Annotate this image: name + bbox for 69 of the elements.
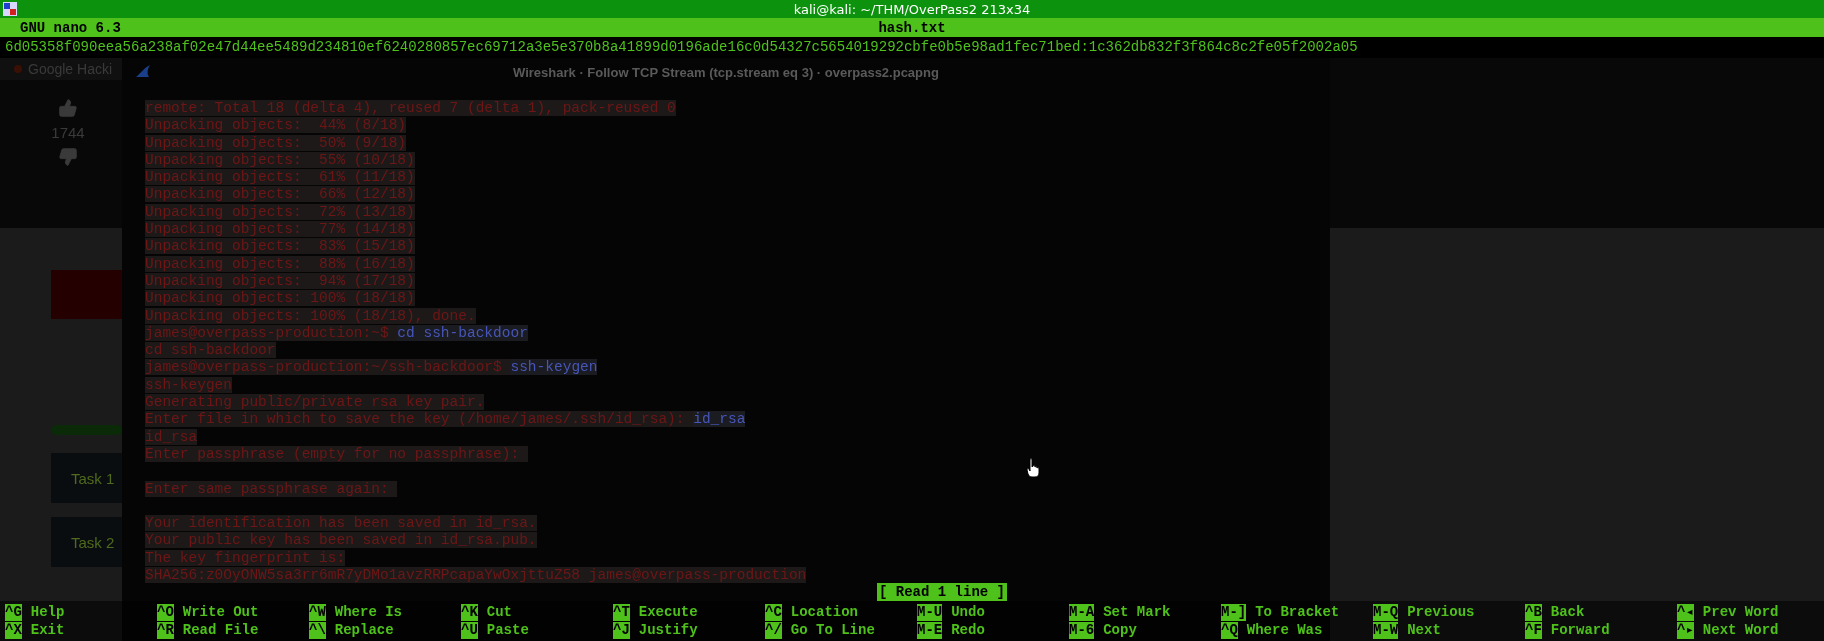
shortcut-label: Exit [30, 621, 65, 639]
shortcut-label: Write Out [182, 603, 259, 621]
stream-text: Your identification has been saved in id_rsa. [145, 515, 537, 532]
stream-text: ssh-keygen [145, 376, 232, 393]
stream-text: Enter file in which to save the key (/home/james/.ssh/id_rsa): [145, 411, 694, 428]
shortcut-label: Execute [638, 603, 698, 621]
editor-version: GNU nano 6.3 [20, 19, 122, 36]
status-message: [ Read 1 line ] [877, 583, 1007, 601]
shortcut-label: Go To Line [790, 621, 875, 639]
stream-text: Unpacking objects: 66% (12/18) [145, 186, 415, 203]
stream-text: The key fingerprint is: [145, 549, 346, 566]
stream-text: Unpacking objects: 61% (11/18) [145, 169, 415, 186]
shortcut-label: Next Word [1702, 621, 1779, 639]
stream-text: SHA256:z0OyONW5sa3rr6mR7yDMo1avzRRPcapaYwOxjttuZ58 james@overpass-production [145, 567, 807, 583]
shortcut-label: Read File [182, 621, 259, 639]
shortcut-label: Previous [1407, 603, 1475, 621]
shortcut-label: Location [790, 603, 859, 621]
stream-text: Your public key has been saved in id_rsa.pub. [145, 532, 537, 549]
stream-text: Unpacking objects: 100% (18/18), done. [145, 307, 476, 324]
window-title: kali@kali: ~/THM/OverPass2 213x34 [793, 1, 1031, 17]
stream-text: Enter passphrase (empty for no passphrase): [145, 445, 528, 462]
stream-text: Unpacking objects: 94% (17/18) [145, 272, 415, 289]
shortcut-label: Justify [638, 621, 698, 639]
client-command-text: cd ssh-backdoor [397, 324, 528, 341]
stream-text: james@overpass-production:~/ssh-backdoor$ [145, 359, 511, 376]
stream-text: Unpacking objects: 72% (13/18) [145, 203, 415, 220]
file-name: hash.txt [878, 19, 946, 36]
shortcut-label: Copy [1103, 621, 1137, 639]
client-command-text: ssh-keygen [510, 359, 598, 376]
stream-text: id_rsa [145, 428, 198, 445]
thumbs-up-icon[interactable] [58, 98, 78, 118]
shortcut-label: Redo [951, 621, 985, 639]
shortcut-label: To Bracket [1255, 603, 1340, 621]
pointer-hand-icon [1026, 458, 1040, 478]
shortcut-label: Set Mark [1103, 603, 1171, 621]
shark-fin-icon [135, 64, 151, 78]
thumbs-down-icon[interactable] [58, 147, 78, 167]
stream-text: Unpacking objects: 50% (9/18) [145, 134, 407, 151]
stream-text: Unpacking objects: 88% (16/18) [145, 255, 415, 272]
shortcut-label: Paste [486, 621, 529, 639]
task-tab[interactable]: Task 1 [51, 453, 122, 503]
shortcut-label: Next [1407, 621, 1441, 639]
stream-text: cd ssh-backdoor [145, 342, 276, 359]
stream-text: Unpacking objects: 77% (14/18) [145, 221, 415, 238]
stream-text: Unpacking objects: 100% (18/18) [145, 290, 415, 307]
stream-text: Generating public/private rsa key pair. [145, 394, 485, 411]
shortcut-label: Replace [334, 621, 394, 639]
stream-text: Unpacking objects: 83% (15/18) [145, 238, 415, 255]
stream-text: Unpacking objects: 44% (8/18) [145, 117, 407, 134]
wireshark-title: Wireshark · Follow TCP Stream (tcp.stream eq 3) · overpass2.pcapng [513, 64, 939, 80]
stream-text: remote: Total 18 (delta 4), reused 7 (delta 1), pack-reused 0 [145, 100, 676, 116]
task-tab[interactable]: Task 2 [51, 517, 122, 567]
favicon-icon [14, 65, 22, 73]
shortcut-label: Forward [1550, 621, 1610, 639]
client-command-text: id_rsa [693, 411, 746, 428]
stream-text: james@overpass-production:~$ [145, 324, 398, 341]
shortcut-label: Back [1550, 603, 1585, 621]
banner-block [51, 270, 122, 319]
accent-strip [51, 425, 122, 435]
shortcut-label: Cut [486, 603, 513, 621]
terminal-icon [3, 2, 17, 16]
shortcut-label: Where Is [334, 603, 403, 621]
shortcut-label: Where Was [1246, 621, 1323, 639]
file-content-line: 6d05358f090eea56a238af02e47d44ee5489d234810ef6240280857ec69712a3e5e370b8a41899d0196ade16c0d54327c5654019292cbfe0b5e98ad1fec71bed:1c362db832f3f864c8c2fe05f2002a05 [4, 38, 1359, 57]
shortcut-label: Help [30, 603, 65, 621]
stream-text: Enter same passphrase again: [145, 480, 398, 497]
shortcut-label: Undo [951, 603, 985, 621]
shortcut-label: Prev Word [1702, 603, 1779, 621]
stream-text: Unpacking objects: 55% (10/18) [145, 151, 415, 168]
